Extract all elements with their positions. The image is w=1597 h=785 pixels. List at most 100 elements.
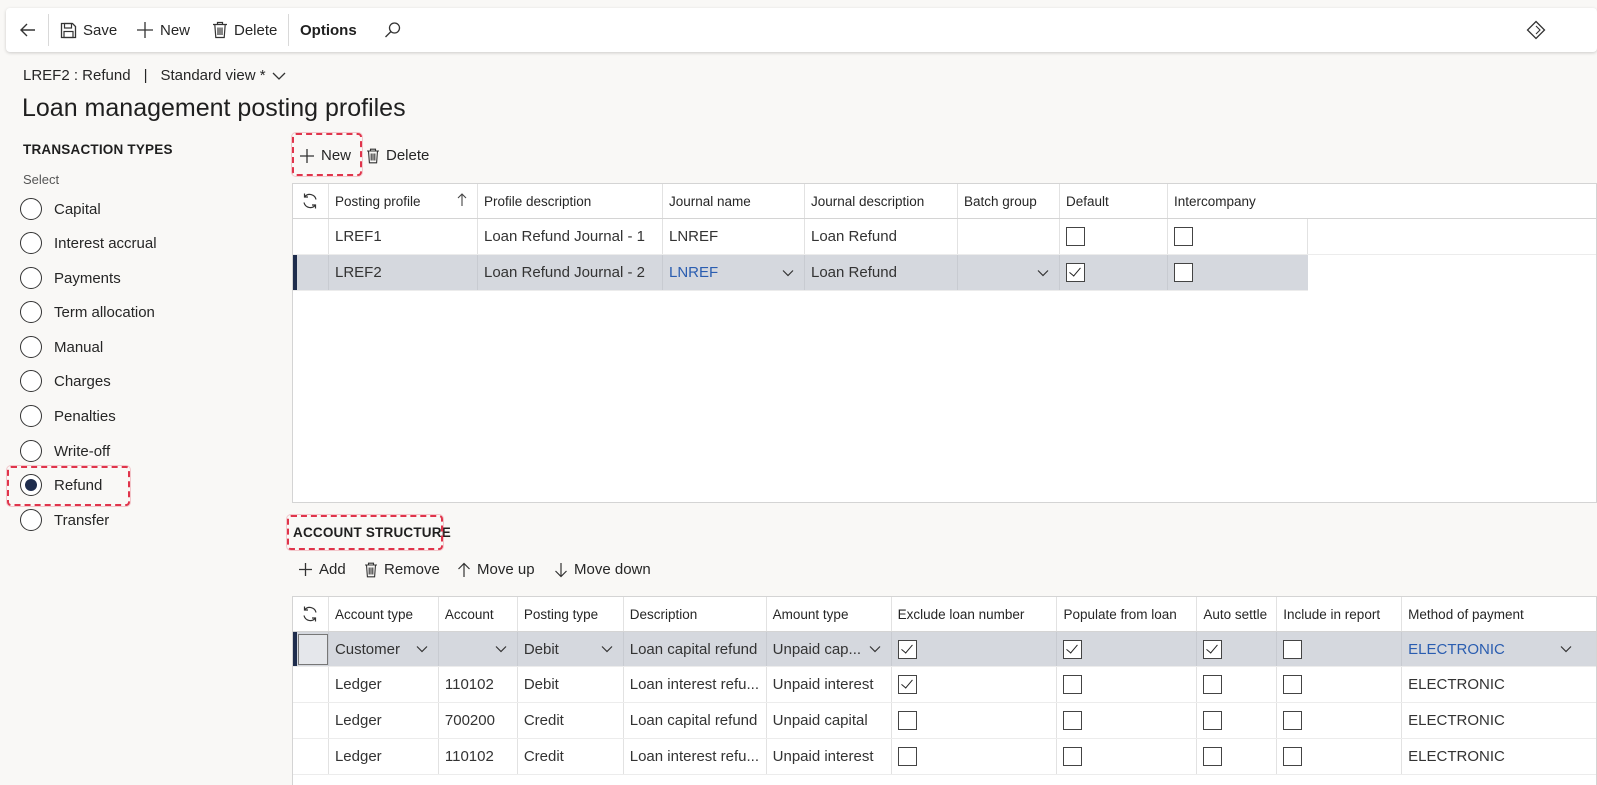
radio-capital[interactable]: Capital (20, 194, 101, 224)
include-checkbox[interactable] (1283, 675, 1303, 694)
chevron-down-icon[interactable] (1037, 269, 1049, 277)
cell-amount-type[interactable]: Unpaid interest (767, 739, 892, 774)
radio-circle[interactable] (20, 301, 42, 323)
table-row[interactable]: Ledger 110102 Debit Loan interest refu..… (293, 667, 1596, 703)
cell-account-type[interactable]: Ledger (329, 739, 439, 774)
cell-posting-type[interactable]: Debit (518, 667, 624, 702)
delete-button[interactable]: Delete (212, 8, 277, 52)
col-amount-type[interactable]: Amount type (766, 597, 892, 631)
col-auto-settle[interactable]: Auto settle (1197, 597, 1278, 631)
radio-circle[interactable] (20, 198, 42, 220)
chevron-down-icon[interactable] (1560, 645, 1572, 653)
cell-account-type[interactable]: Ledger (329, 703, 439, 738)
auto-settle-checkbox[interactable] (1203, 711, 1223, 730)
populate-checkbox[interactable] (1063, 675, 1083, 694)
radio-circle[interactable] (20, 336, 42, 358)
chevron-down-icon[interactable] (782, 269, 794, 277)
exclude-checkbox-checked[interactable] (897, 675, 917, 694)
col-account-type[interactable]: Account type (328, 597, 439, 631)
col-batch-group[interactable]: Batch group (958, 184, 1060, 218)
cell-method[interactable]: ELECTRONIC (1402, 667, 1596, 702)
col-populate-from-loan[interactable]: Populate from loan (1057, 597, 1198, 631)
radio-manual[interactable]: Manual (20, 332, 103, 362)
cell-account[interactable]: 110102 (439, 667, 518, 702)
cell-account-type[interactable]: Ledger (329, 667, 439, 702)
intercompany-checkbox[interactable] (1174, 227, 1193, 246)
table-row-selected[interactable]: LREF2 Loan Refund Journal - 2 LNREF Loan… (293, 255, 1308, 291)
cell-journal-description[interactable]: Loan Refund (805, 219, 958, 254)
chevron-down-icon[interactable] (601, 645, 613, 653)
cell-description[interactable]: Loan capital refund (624, 703, 767, 738)
table-row[interactable]: Ledger 110102 Credit Loan interest refu.… (293, 739, 1596, 775)
radio-payments[interactable]: Payments (20, 263, 121, 293)
table-row[interactable]: Ledger 700200 Credit Loan capital refund… (293, 703, 1596, 739)
cell-posting-type[interactable]: Credit (518, 739, 624, 774)
col-intercompany[interactable]: Intercompany (1168, 184, 1308, 218)
add-button[interactable]: Add (298, 561, 346, 578)
intercompany-checkbox[interactable] (1174, 263, 1193, 282)
new-button[interactable]: New (136, 8, 190, 52)
radio-circle[interactable] (20, 232, 42, 254)
radio-circle[interactable] (20, 509, 42, 531)
cell-batch-group[interactable] (958, 255, 1060, 290)
radio-charges[interactable]: Charges (20, 366, 111, 396)
include-checkbox[interactable] (1283, 747, 1303, 766)
radio-circle[interactable] (20, 370, 42, 392)
cell-posting-profile[interactable]: LREF2 (329, 255, 478, 290)
options-tab[interactable]: Options (300, 8, 357, 52)
cell-batch-group[interactable] (958, 219, 1060, 254)
col-posting-type[interactable]: Posting type (517, 597, 624, 631)
radio-circle[interactable] (20, 405, 42, 427)
cell-profile-description[interactable]: Loan Refund Journal - 1 (478, 219, 663, 254)
col-journal-description[interactable]: Journal description (805, 184, 958, 218)
col-posting-profile[interactable]: Posting profile (329, 184, 478, 218)
save-button[interactable]: Save (60, 8, 117, 52)
radio-write-off[interactable]: Write-off (20, 436, 110, 466)
cell-method[interactable]: ELECTRONIC (1402, 703, 1596, 738)
col-method-of-payment[interactable]: Method of payment (1402, 597, 1596, 631)
cell-amount-type[interactable]: Unpaid capital (767, 703, 892, 738)
search-button[interactable] (384, 8, 402, 52)
col-exclude-loan-number[interactable]: Exclude loan number (891, 597, 1058, 631)
journal-name-link[interactable]: LNREF (669, 264, 718, 281)
cell-posting-type[interactable]: Credit (518, 703, 624, 738)
col-include-in-report[interactable]: Include in report (1277, 597, 1403, 631)
cell-profile-description[interactable]: Loan Refund Journal - 2 (478, 255, 663, 290)
cell-description[interactable]: Loan interest refu... (624, 667, 767, 702)
populate-checkbox[interactable] (1063, 711, 1083, 730)
chevron-down-icon[interactable] (495, 645, 507, 653)
cell-journal-name[interactable]: LNREF (663, 219, 805, 254)
cell-account-type[interactable]: Customer (329, 632, 439, 666)
move-down-button[interactable]: Move down (554, 561, 651, 578)
cell-account[interactable] (439, 632, 518, 666)
col-description[interactable]: Description (623, 597, 767, 631)
view-selector[interactable]: Standard view * (160, 67, 265, 84)
include-checkbox[interactable] (1283, 711, 1303, 730)
radio-circle[interactable] (20, 440, 42, 462)
exclude-checkbox[interactable] (897, 747, 917, 766)
populate-checkbox-checked[interactable] (1063, 639, 1083, 659)
cell-account[interactable]: 700200 (439, 703, 518, 738)
cell-account[interactable]: 110102 (439, 739, 518, 774)
col-default[interactable]: Default (1060, 184, 1168, 218)
default-checkbox-checked[interactable] (1066, 263, 1085, 282)
radio-penalties[interactable]: Penalties (20, 401, 116, 431)
include-checkbox[interactable] (1283, 639, 1303, 659)
back-button[interactable] (18, 8, 38, 52)
auto-settle-checkbox[interactable] (1203, 747, 1223, 766)
radio-transfer[interactable]: Transfer (20, 505, 109, 535)
cell-posting-profile[interactable]: LREF1 (329, 219, 478, 254)
auto-settle-checkbox[interactable] (1203, 675, 1223, 694)
col-profile-description[interactable]: Profile description (478, 184, 663, 218)
row-selector[interactable] (298, 634, 328, 665)
default-checkbox[interactable] (1066, 227, 1085, 246)
cell-amount-type[interactable]: Unpaid interest (767, 667, 892, 702)
populate-checkbox[interactable] (1063, 747, 1083, 766)
col-journal-name[interactable]: Journal name (663, 184, 805, 218)
radio-circle[interactable] (20, 267, 42, 289)
cell-description[interactable]: Loan interest refu... (624, 739, 767, 774)
chevron-down-icon[interactable] (416, 645, 428, 653)
auto-settle-checkbox-checked[interactable] (1203, 639, 1223, 659)
diamond-menu-button[interactable] (1526, 8, 1546, 52)
cell-posting-type[interactable]: Debit (518, 632, 624, 666)
